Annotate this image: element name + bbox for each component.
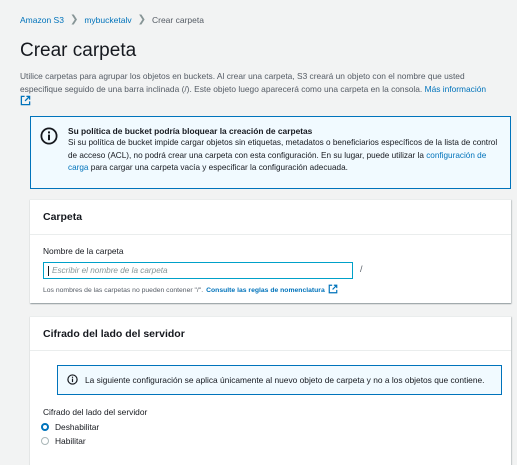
folder-name-input[interactable]: Escribir el nombre de la carpeta xyxy=(43,262,353,279)
encryption-radio-group: Deshabilitar Habilitar xyxy=(41,420,99,448)
folder-suffix: / xyxy=(360,264,363,274)
info-icon xyxy=(40,127,58,145)
alert-body-text-end: para cargar una carpeta vacía y especifi… xyxy=(90,163,348,173)
encryption-info-text: La siguiente configuración se aplica úni… xyxy=(85,375,485,385)
folder-name-placeholder: Escribir el nombre de la carpeta xyxy=(52,266,168,275)
radio-button-selected[interactable] xyxy=(41,423,49,431)
text-caret xyxy=(48,265,49,276)
learn-more-link[interactable]: Más información xyxy=(425,84,486,94)
page-title: Crear carpeta xyxy=(20,40,137,61)
external-link-icon[interactable] xyxy=(20,95,31,110)
radio-option-disable[interactable]: Deshabilitar xyxy=(41,420,99,434)
constraint-text: Los nombres de las carpetas no pueden co… xyxy=(43,286,204,294)
description-text: Utilice carpetas para agrupar los objeto… xyxy=(20,71,465,94)
folder-name-constraint: Los nombres de las carpetas no pueden co… xyxy=(43,284,338,296)
bucket-policy-alert: Su política de bucket podría bloquear la… xyxy=(30,116,511,189)
radio-label-enable: Habilitar xyxy=(55,436,86,446)
alert-title: Su política de bucket podría bloquear la… xyxy=(68,126,313,136)
chevron-right-icon: ❯ xyxy=(137,14,146,25)
encryption-info-box: La siguiente configuración se aplica úni… xyxy=(57,365,502,395)
breadcrumb: Amazon S3 ❯ mybucketalv ❯ Crear carpeta xyxy=(20,14,204,25)
radio-option-enable[interactable]: Habilitar xyxy=(41,434,99,448)
folder-panel-title: Carpeta xyxy=(30,200,511,235)
breadcrumb-amazon-s3[interactable]: Amazon S3 xyxy=(20,15,64,25)
breadcrumb-current: Crear carpeta xyxy=(151,14,204,25)
folder-name-label: Nombre de la carpeta xyxy=(43,246,124,256)
info-icon xyxy=(67,373,78,387)
encryption-panel: Cifrado del lado del servidor La siguien… xyxy=(30,316,511,465)
folder-panel: Carpeta Nombre de la carpeta Escribir el… xyxy=(30,199,511,303)
naming-rules-link[interactable]: Consulte las reglas de nomenclatura xyxy=(206,287,325,294)
radio-button[interactable] xyxy=(41,437,49,445)
encryption-field-label: Cifrado del lado del servidor xyxy=(43,407,148,417)
page-description: Utilice carpetas para agrupar los objeto… xyxy=(20,70,506,110)
external-link-icon[interactable] xyxy=(328,284,338,296)
radio-label-disable: Deshabilitar xyxy=(55,422,100,432)
chevron-right-icon: ❯ xyxy=(69,14,79,25)
alert-body: Si su política de bucket impide cargar o… xyxy=(68,137,506,175)
encryption-panel-title: Cifrado del lado del servidor xyxy=(30,317,511,351)
breadcrumb-bucket[interactable]: mybucketalv xyxy=(84,15,131,25)
